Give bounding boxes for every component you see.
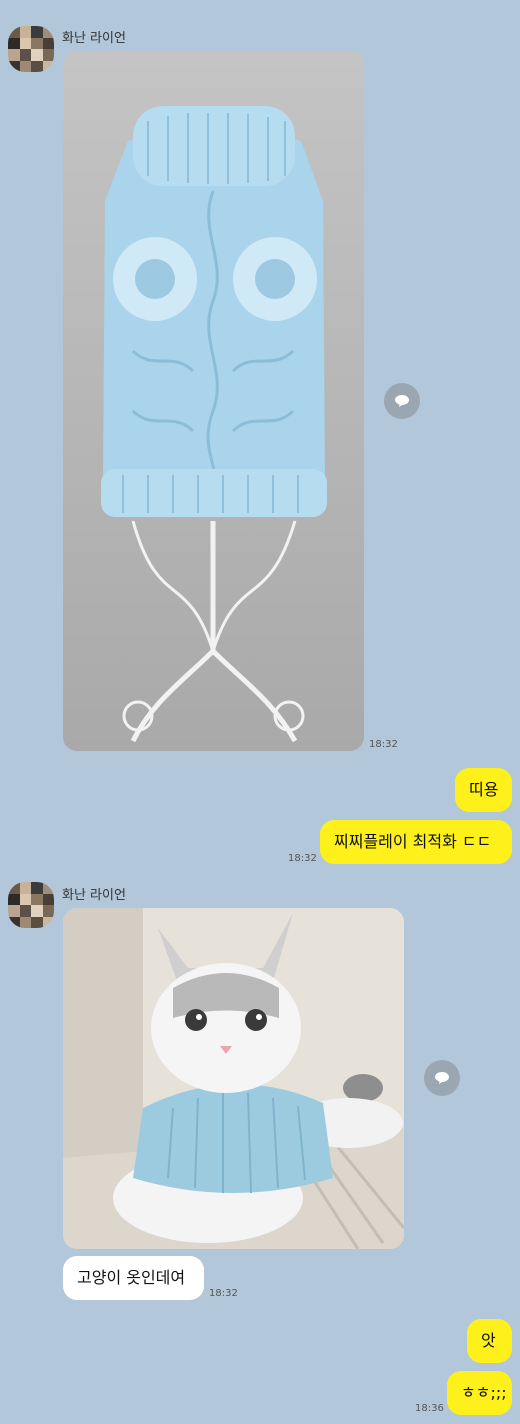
avatar[interactable] (8, 26, 54, 72)
my-message-bubble[interactable]: 띠용 (455, 768, 512, 812)
share-button[interactable] (384, 383, 420, 419)
speech-bubble-icon (395, 395, 409, 407)
cat-image (63, 908, 404, 1249)
my-message-bubble[interactable]: 찌찌플레이 최적화 ㄷㄷ (320, 820, 512, 864)
sweater-image (63, 51, 364, 751)
avatar[interactable] (8, 882, 54, 928)
cat-photo[interactable] (63, 908, 404, 1249)
speech-bubble-icon (435, 1072, 449, 1084)
sender-name: 화난 라이언 (62, 888, 126, 903)
my-message-bubble[interactable]: ㅎㅎ;;; (447, 1371, 512, 1415)
sender-name: 화난 라이언 (62, 31, 126, 46)
timestamp: 18:36 (415, 1403, 444, 1414)
timestamp: 18:32 (288, 853, 317, 864)
share-button[interactable] (424, 1060, 460, 1096)
timestamp: 18:32 (369, 739, 398, 750)
my-message-bubble[interactable]: 앗 (467, 1319, 512, 1363)
sweater-photo[interactable] (63, 51, 364, 751)
timestamp: 18:32 (209, 1288, 238, 1299)
their-message-bubble[interactable]: 고양이 옷인데여 (63, 1256, 204, 1300)
